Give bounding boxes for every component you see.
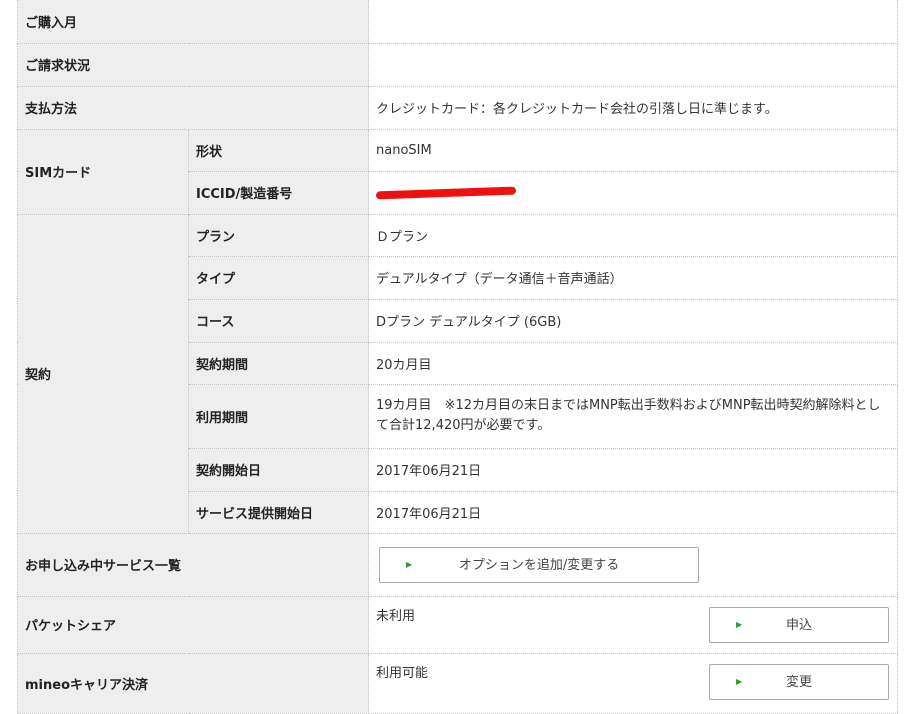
packet-share-label: パケットシェア <box>16 595 370 654</box>
row-packet-share: パケットシェア ▶ 申込 未利用 <box>16 595 899 654</box>
triangle-right-icon: ▶ <box>736 619 743 629</box>
row-billing-status: ご請求状況 <box>16 42 899 87</box>
row-sim-shape: SIMカード 形状 nanoSIM <box>17 128 899 215</box>
plan-label: プラン <box>187 213 370 257</box>
carrier-billing-status: 利用可能 <box>376 665 429 681</box>
contract-details-table: ご購入月 ご請求状況 支払方法 クレジットカード：各クレジットカード会社の引落し… <box>16 0 899 714</box>
contract-period-label: 契約期間 <box>187 341 370 385</box>
row-purchase-month: ご購入月 <box>16 0 899 44</box>
type-value: デュアルタイプ（データ通信＋音声通話） <box>368 255 899 300</box>
packet-share-status: 未利用 <box>376 608 416 624</box>
payment-method-value: クレジットカード：各クレジットカード会社の引落し日に準じます。 <box>368 85 899 130</box>
carrier-billing-label: mineoキャリア決済 <box>16 652 370 714</box>
change-button-label: 変更 <box>786 674 813 690</box>
contract-start-label: 契約開始日 <box>187 447 370 492</box>
packet-share-cell: ▶ 申込 未利用 <box>368 595 899 654</box>
triangle-right-icon: ▶ <box>406 559 413 569</box>
row-plan: 契約 プラン Ｄプラン <box>17 213 899 534</box>
sim-shape-label: 形状 <box>187 128 370 172</box>
plan-value: Ｄプラン <box>368 213 899 257</box>
purchase-month-label: ご購入月 <box>16 0 370 44</box>
packet-share-apply-button[interactable]: ▶ 申込 <box>709 606 890 643</box>
service-start-value: 2017年06月21日 <box>368 490 899 534</box>
usage-period-label: 利用期間 <box>187 383 370 449</box>
services-cell: ▶ オプションを追加/変更する <box>368 532 899 597</box>
course-value: Dプラン デュアルタイプ (6GB) <box>368 298 899 343</box>
add-option-button-label: オプションを追加/変更する <box>458 557 620 573</box>
contract-start-value: 2017年06月21日 <box>368 447 899 492</box>
sim-shape-value: nanoSIM <box>368 128 899 172</box>
iccid-label: ICCID/製造番号 <box>187 170 370 215</box>
billing-status-value <box>368 42 899 87</box>
service-start-label: サービス提供開始日 <box>187 490 370 534</box>
carrier-billing-cell: ▶ 変更 利用可能 <box>368 652 899 714</box>
payment-method-label: 支払方法 <box>16 85 370 130</box>
usage-period-value: 19カ月目 ※12カ月目の末日まではMNP転出手数料およびMNP転出時契約解除料… <box>368 383 899 449</box>
services-label: お申し込み中サービス一覧 <box>16 532 370 597</box>
sim-card-label: SIMカード <box>17 128 189 215</box>
row-payment-method: 支払方法 クレジットカード：各クレジットカード会社の引落し日に準じます。 <box>16 85 899 130</box>
purchase-month-value <box>368 0 899 44</box>
redaction-mark <box>375 186 517 199</box>
row-services: お申し込み中サービス一覧 ▶ オプションを追加/変更する <box>16 532 899 597</box>
iccid-value <box>368 170 899 215</box>
course-label: コース <box>187 298 370 343</box>
contract-period-value: 20カ月目 <box>368 341 899 385</box>
add-option-button[interactable]: ▶ オプションを追加/変更する <box>379 546 700 583</box>
carrier-billing-change-button[interactable]: ▶ 変更 <box>709 663 890 700</box>
contract-label: 契約 <box>17 213 189 534</box>
row-carrier-billing: mineoキャリア決済 ▶ 変更 利用可能 <box>16 652 899 714</box>
billing-status-label: ご請求状況 <box>16 42 370 87</box>
type-label: タイプ <box>187 255 370 300</box>
apply-button-label: 申込 <box>786 617 813 633</box>
triangle-right-icon: ▶ <box>736 676 743 686</box>
